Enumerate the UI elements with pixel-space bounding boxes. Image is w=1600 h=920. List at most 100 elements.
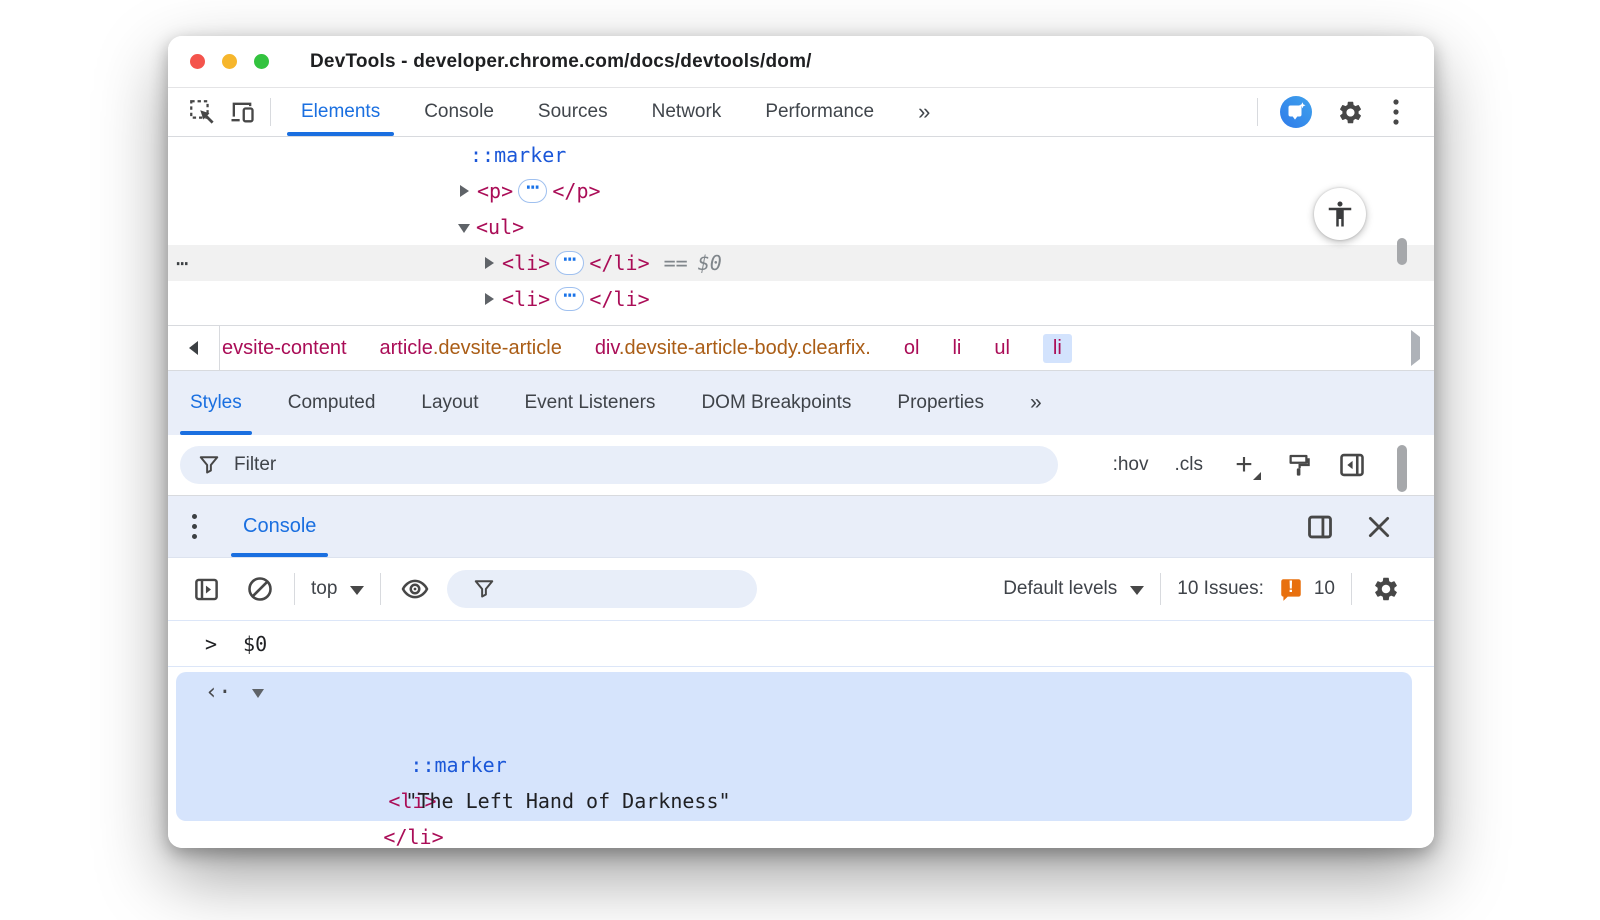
- tab-event-listeners[interactable]: Event Listeners: [524, 371, 655, 435]
- live-expression-eye-icon[interactable]: [397, 574, 433, 604]
- expand-arrow-icon[interactable]: [460, 185, 469, 197]
- collapsed-children-ellipsis[interactable]: ⋯: [518, 177, 548, 203]
- tab-properties[interactable]: Properties: [897, 371, 984, 435]
- crumb-devsite-content[interactable]: evsite-content: [222, 337, 347, 360]
- result-line-text[interactable]: "The Left Hand of Darkness": [176, 747, 1412, 813]
- javascript-context-dropdown[interactable]: top: [311, 578, 365, 600]
- console-settings-gear-icon[interactable]: [1368, 575, 1404, 603]
- tab-sources[interactable]: Sources: [516, 88, 630, 136]
- console-drawer-header: Console: [168, 495, 1434, 558]
- tab-network[interactable]: Network: [630, 88, 744, 136]
- styles-filter-row: :hov .cls +: [168, 435, 1434, 495]
- tab-computed[interactable]: Computed: [288, 371, 376, 435]
- console-result-block[interactable]: ‹· <li> ::marker "The Left Hand of Darkn…: [176, 672, 1412, 848]
- tab-dom-breakpoints[interactable]: DOM Breakpoints: [701, 371, 851, 435]
- chevron-down-icon: [1130, 585, 1145, 595]
- accessibility-person-icon: [1328, 201, 1352, 227]
- more-sidebar-tabs-icon[interactable]: »: [1030, 371, 1042, 435]
- more-options-kebab-icon[interactable]: [1384, 99, 1408, 125]
- drawer-tab-console[interactable]: Console: [231, 496, 329, 557]
- log-levels-dropdown[interactable]: Default levels: [1003, 578, 1145, 600]
- collapsed-children-ellipsis[interactable]: ⋯: [555, 249, 585, 275]
- drawer-menu-kebab-icon[interactable]: [192, 514, 197, 539]
- accessibility-overlay-button[interactable]: [1314, 188, 1366, 240]
- pseudo-element-marker: ::marker: [470, 143, 567, 167]
- console-sidebar-icon[interactable]: [188, 576, 224, 603]
- console-messages: > $0 ‹· <li> ::marker "The Left Hand of …: [168, 621, 1434, 848]
- console-toolbar-right: Default levels 10 Issues: ! 10: [1003, 573, 1404, 605]
- title-bar: DevTools - developer.chrome.com/docs/dev…: [168, 36, 1434, 88]
- tab-layout[interactable]: Layout: [421, 371, 478, 435]
- tab-styles[interactable]: Styles: [180, 371, 252, 435]
- filter-funnel-icon: [475, 580, 494, 598]
- result-line-li-close[interactable]: </li>: [176, 783, 1412, 848]
- console-filter-field[interactable]: [447, 570, 758, 608]
- tab-elements[interactable]: Elements: [279, 88, 402, 136]
- collapse-arrow-icon[interactable]: [458, 224, 470, 233]
- panel-tabs: Elements Console Sources Network Perform…: [279, 88, 950, 136]
- expand-arrow-icon[interactable]: [485, 257, 494, 269]
- screenshot-stage: DevTools - developer.chrome.com/docs/dev…: [0, 0, 1600, 920]
- close-window-button[interactable]: [190, 54, 205, 69]
- tree-row-li-selected[interactable]: ⋯ <li> ⋯ </li> == $0: [168, 245, 1434, 281]
- devtools-window: DevTools - developer.chrome.com/docs/dev…: [168, 36, 1434, 848]
- styles-scrollbar-thumb[interactable]: [1397, 445, 1407, 492]
- crumb-article[interactable]: article.devsite-article: [380, 337, 562, 360]
- filter-funnel-icon: [199, 456, 219, 474]
- inspect-element-icon[interactable]: [182, 88, 222, 136]
- clear-console-icon[interactable]: [242, 575, 278, 603]
- chevron-left-icon: [189, 341, 198, 355]
- device-toolbar-icon[interactable]: [222, 88, 262, 136]
- expand-arrow-icon[interactable]: [485, 293, 494, 305]
- ai-assistance-icon[interactable]: [1276, 95, 1316, 129]
- tree-row-li[interactable]: <li> ⋯ </li>: [168, 281, 1434, 317]
- issues-counter[interactable]: 10 Issues: ! 10: [1177, 576, 1335, 602]
- tab-console[interactable]: Console: [402, 88, 516, 136]
- equals-marker: ==: [663, 251, 688, 275]
- tree-row-p[interactable]: <p> ⋯ </p>: [168, 173, 1434, 209]
- console-filter-input[interactable]: [509, 578, 709, 600]
- collapsed-children-ellipsis[interactable]: ⋯: [555, 285, 585, 311]
- crumb-li-selected[interactable]: li: [1042, 333, 1072, 363]
- element-classes-button[interactable]: .cls: [1175, 454, 1204, 476]
- toolbar-divider: [1160, 573, 1162, 605]
- devtools-toolbar: Elements Console Sources Network Perform…: [168, 88, 1434, 137]
- crumb-ol[interactable]: ol: [904, 337, 920, 360]
- styles-sidebar-tabs: Styles Computed Layout Event Listeners D…: [168, 371, 1434, 435]
- close-drawer-icon[interactable]: [1366, 514, 1392, 540]
- console-command-row[interactable]: > $0: [168, 621, 1434, 667]
- result-line-li-open[interactable]: ‹· <li>: [176, 675, 1412, 813]
- elements-scrollbar-thumb[interactable]: [1397, 238, 1407, 265]
- styles-filter-controls: :hov .cls +: [1113, 450, 1418, 480]
- window-title: DevTools - developer.chrome.com/docs/dev…: [310, 50, 812, 72]
- crumb-div[interactable]: div.devsite-article-body.clearfix.: [595, 337, 871, 360]
- issues-badge-icon: !: [1278, 576, 1304, 602]
- toggle-element-state-button[interactable]: :hov: [1113, 454, 1149, 476]
- breadcrumb-scroll-left-button[interactable]: [168, 326, 220, 370]
- dom-tree-panel: ::marker <p> ⋯ </p> <ul> ⋯ <li> ⋯ </li> == $0 …: [168, 137, 1434, 325]
- row-menu-icon[interactable]: ⋯: [176, 251, 189, 275]
- crumb-ul[interactable]: ul: [994, 337, 1010, 360]
- crumb-li[interactable]: li: [952, 337, 961, 360]
- breadcrumb-scroll-right-button[interactable]: [1397, 329, 1434, 366]
- more-tabs-icon[interactable]: »: [896, 88, 950, 136]
- zoom-window-button[interactable]: [254, 54, 269, 69]
- settings-gear-icon[interactable]: [1330, 99, 1370, 126]
- breadcrumb-list: evsite-content article.devsite-article d…: [220, 333, 1397, 363]
- tree-row-ul[interactable]: <ul>: [168, 209, 1434, 245]
- styles-filter-field[interactable]: [180, 446, 1058, 484]
- split-panel-icon[interactable]: [1306, 513, 1334, 541]
- styles-filter-input[interactable]: [234, 454, 836, 476]
- minimize-window-button[interactable]: [222, 54, 237, 69]
- new-style-rule-button[interactable]: +: [1229, 450, 1261, 480]
- tree-row-marker[interactable]: ::marker: [168, 137, 1434, 173]
- dock-sidebar-icon[interactable]: [1338, 451, 1366, 479]
- result-line-marker[interactable]: ::marker: [176, 711, 1412, 777]
- console-toolbar: top Default levels 10 Issues: ! 10: [168, 558, 1434, 621]
- dollar-zero-ref: $0: [697, 251, 722, 275]
- toolbar-right-group: [1253, 88, 1434, 136]
- toolbar-divider: [270, 98, 271, 126]
- collapse-arrow-icon[interactable]: [252, 689, 264, 698]
- rendering-brush-icon[interactable]: [1285, 452, 1312, 479]
- tab-performance[interactable]: Performance: [743, 88, 896, 136]
